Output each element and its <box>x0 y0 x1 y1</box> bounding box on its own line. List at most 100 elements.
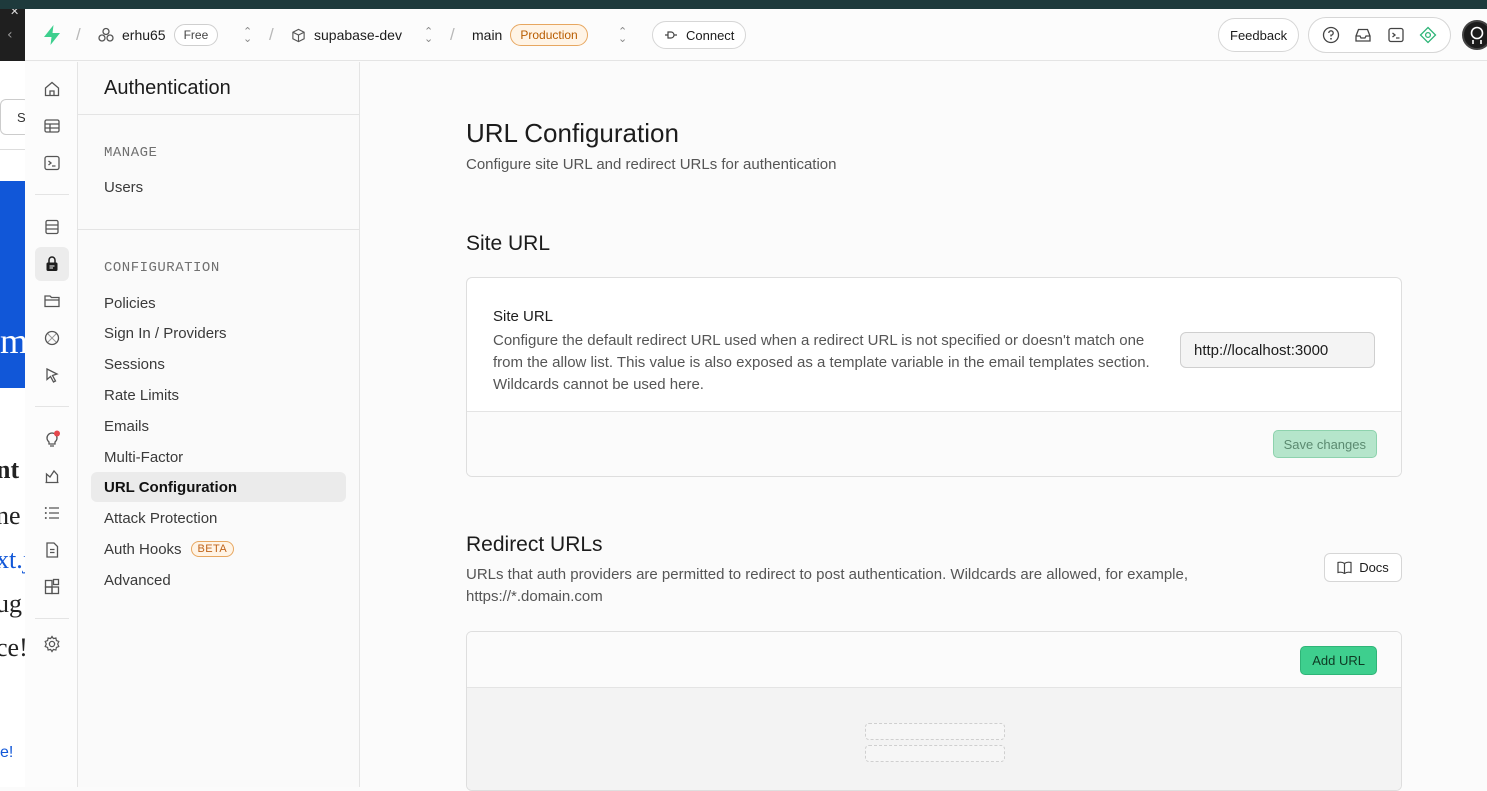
menu-item-url-configuration[interactable]: URL Configuration <box>91 472 346 502</box>
home-icon[interactable] <box>35 72 69 106</box>
project-selector[interactable]: supabase-dev <box>291 9 402 61</box>
org-switcher-icon[interactable]: ⌃ ⌄ <box>243 9 252 61</box>
menu-section-configuration: CONFIGURATION <box>104 260 220 276</box>
reports-icon[interactable] <box>35 459 69 493</box>
add-url-button[interactable]: Add URL <box>1300 646 1377 675</box>
rail-divider <box>35 406 69 407</box>
redirect-urls-list <box>467 688 1401 790</box>
background-text-line: ne <box>0 501 21 530</box>
org-selector[interactable]: erhu65 Free <box>98 9 219 61</box>
redirect-urls-header: Add URL <box>467 632 1401 688</box>
supabase-dashboard: / erhu65 Free ⌃ ⌄ / supabase-dev ⌃ ⌄ / mai… <box>25 9 1487 791</box>
breadcrumb-separator: / <box>450 25 455 44</box>
toolbar-icon-group <box>1308 17 1451 53</box>
background-link[interactable]: xt.j <box>0 545 25 575</box>
book-icon <box>1337 561 1352 574</box>
site-url-input[interactable] <box>1180 332 1375 368</box>
connect-wrapper: Connect <box>652 9 747 61</box>
background-page: ✕ ‹ S m nt ne xt.j ug ce! e! <box>0 9 25 787</box>
background-hero-text: m <box>0 321 25 361</box>
page-subtitle: Configure site URL and redirect URLs for… <box>466 156 837 173</box>
production-badge: Production <box>510 24 588 46</box>
background-footer-link[interactable]: e! <box>0 744 13 762</box>
site-url-label: Site URL <box>493 308 554 325</box>
menu-item-policies[interactable]: Policies <box>91 288 346 318</box>
table-editor-icon[interactable] <box>35 109 69 143</box>
background-divider <box>0 149 25 150</box>
logs-icon[interactable] <box>35 496 69 530</box>
menu-item-users[interactable]: Users <box>91 172 346 202</box>
project-box-icon <box>292 28 305 42</box>
org-name: erhu65 <box>122 27 166 43</box>
menu-section-manage: MANAGE <box>104 145 158 161</box>
page-title: URL Configuration <box>466 118 679 148</box>
redirect-urls-heading: Redirect URLs <box>466 533 603 556</box>
advisors-icon[interactable] <box>35 422 69 456</box>
docs-label: Docs <box>1359 560 1389 575</box>
organization-icon <box>98 27 114 42</box>
site-url-card: Site URL Configure the default redirect … <box>466 277 1402 477</box>
icon-sidebar <box>25 62 78 787</box>
project-switcher-icon[interactable]: ⌃ ⌄ <box>424 9 433 61</box>
api-docs-icon[interactable] <box>35 533 69 567</box>
rail-divider <box>35 194 69 195</box>
rail-divider <box>35 618 69 619</box>
feedback-wrapper: Feedback <box>1218 9 1300 61</box>
realtime-icon[interactable] <box>35 321 69 355</box>
breadcrumb-separator: / <box>269 25 274 44</box>
authentication-icon[interactable] <box>35 247 69 281</box>
user-avatar[interactable] <box>1462 20 1487 50</box>
redirect-urls-description: URLs that auth providers are permitted t… <box>466 566 1189 605</box>
breadcrumb-separator: / <box>76 25 81 44</box>
inbox-icon[interactable] <box>1354 26 1372 44</box>
background-hero: m <box>0 181 25 388</box>
sql-editor-icon[interactable] <box>35 146 69 180</box>
feedback-label: Feedback <box>1230 27 1288 43</box>
terminal-icon[interactable] <box>1387 26 1405 44</box>
menu-item-rate-limits[interactable]: Rate Limits <box>91 380 346 410</box>
assistant-icon[interactable] <box>1419 26 1437 44</box>
menu-divider <box>78 114 360 115</box>
edge-functions-icon[interactable] <box>35 358 69 392</box>
background-text-line: nt <box>0 455 20 484</box>
menu-item-attack-protection[interactable]: Attack Protection <box>91 503 346 533</box>
supabase-logo[interactable] <box>42 9 62 61</box>
top-bar: / erhu65 Free ⌃ ⌄ / supabase-dev ⌃ ⌄ / mai… <box>25 9 1487 61</box>
chevron-left-icon[interactable]: ‹ <box>7 27 13 43</box>
close-icon[interactable]: ✕ <box>10 9 19 18</box>
background-search-box[interactable]: S <box>0 99 25 135</box>
plug-icon <box>665 31 677 39</box>
branch-switcher-icon[interactable]: ⌃ ⌄ <box>618 9 627 61</box>
site-url-heading: Site URL <box>466 232 551 255</box>
menu-item-advanced[interactable]: Advanced <box>91 565 346 595</box>
settings-icon[interactable] <box>35 627 69 661</box>
background-text-line: ug <box>0 589 22 618</box>
integrations-icon[interactable] <box>35 570 69 604</box>
branch-selector[interactable]: main Production <box>472 9 588 61</box>
main-content: URL Configuration Configure site URL and… <box>360 62 1487 791</box>
connect-button[interactable]: Connect <box>652 21 747 49</box>
site-url-description: Configure the default redirect URL used … <box>493 332 1150 393</box>
menu-item-auth-hooks[interactable]: Auth Hooks BETA <box>91 534 346 564</box>
beta-badge: BETA <box>190 541 235 557</box>
menu-item-multi-factor[interactable]: Multi-Factor <box>91 442 346 472</box>
background-text-line: ce! <box>0 633 25 662</box>
database-icon[interactable] <box>35 210 69 244</box>
auth-menu: Authentication MANAGE Users CONFIGURATIO… <box>78 62 360 787</box>
connect-label: Connect <box>686 27 735 43</box>
menu-item-sign-in-providers[interactable]: Sign In / Providers <box>91 318 346 348</box>
menu-title: Authentication <box>104 76 231 99</box>
supabase-logo-icon <box>44 25 60 45</box>
menu-item-sessions[interactable]: Sessions <box>91 349 346 379</box>
project-name: supabase-dev <box>314 27 402 43</box>
storage-icon[interactable] <box>35 284 69 318</box>
save-changes-button[interactable]: Save changes <box>1272 430 1377 458</box>
menu-divider <box>78 229 360 230</box>
org-plan-badge: Free <box>173 24 219 46</box>
feedback-button[interactable]: Feedback <box>1218 18 1300 52</box>
redirect-urls-card: Add URL <box>466 631 1402 791</box>
background-window-bar <box>0 0 1487 9</box>
help-icon[interactable] <box>1322 26 1340 44</box>
menu-item-emails[interactable]: Emails <box>91 411 346 441</box>
docs-button[interactable]: Docs <box>1324 553 1402 582</box>
